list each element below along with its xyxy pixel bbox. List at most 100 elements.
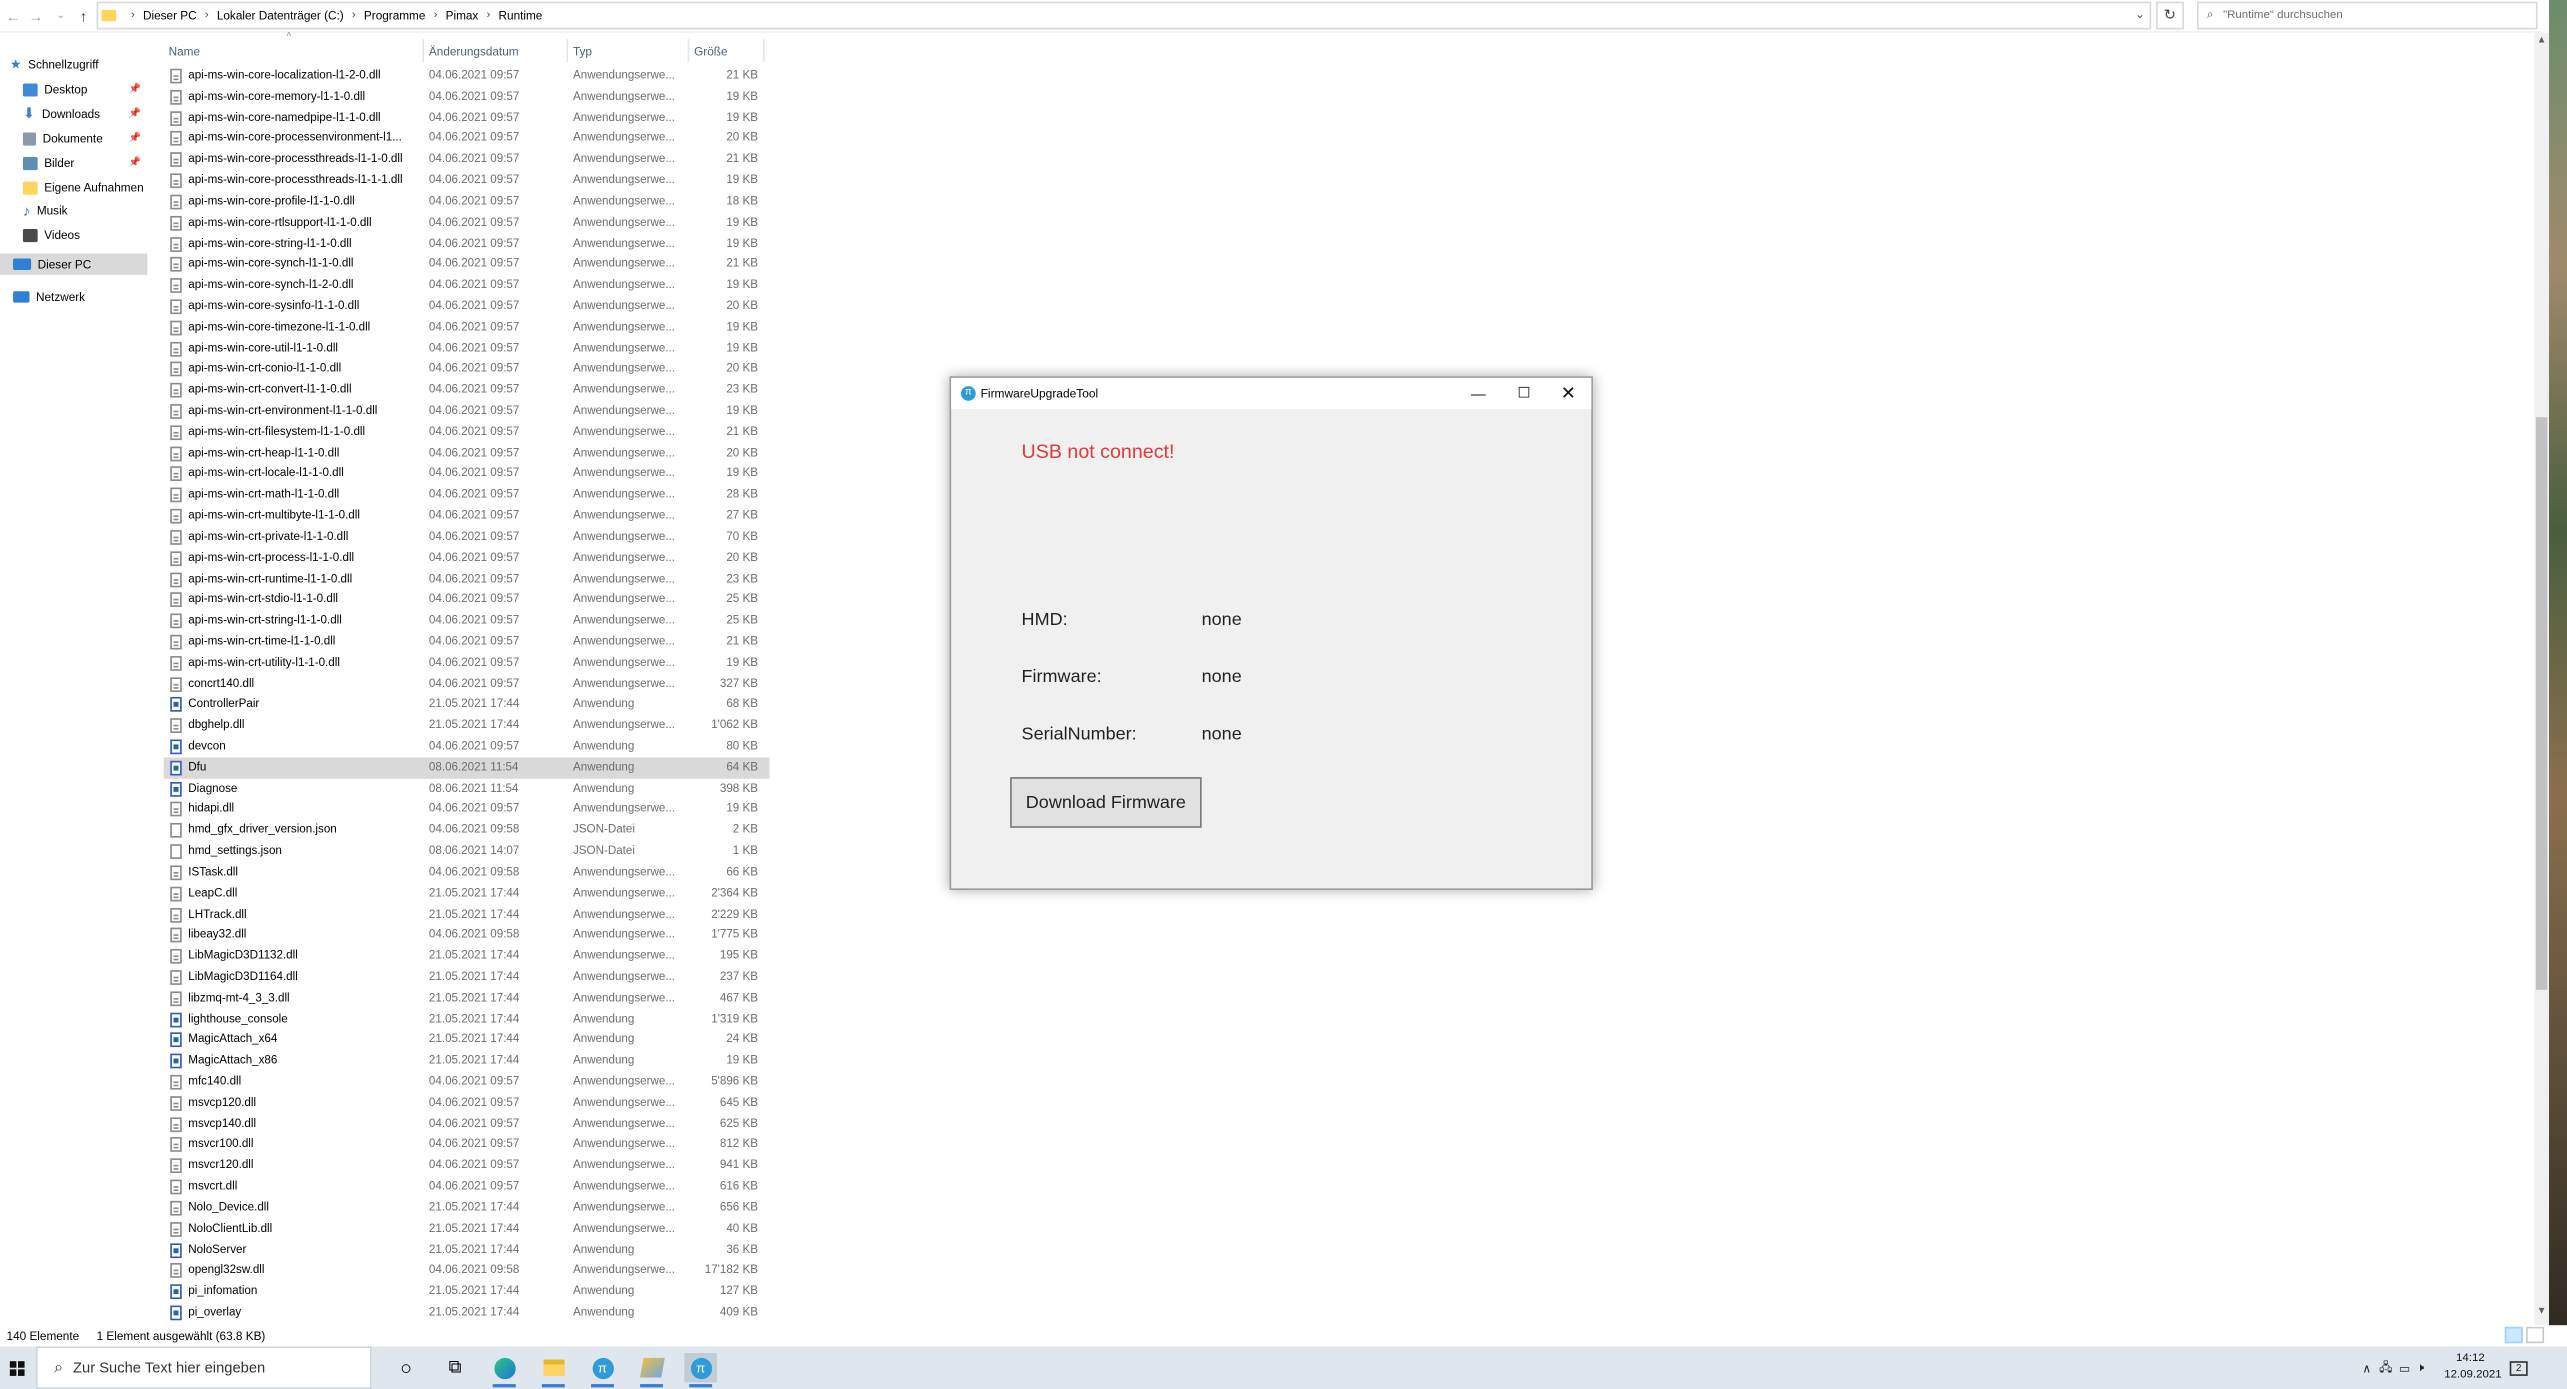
- firmware-tool-taskbar-icon[interactable]: π: [684, 1353, 718, 1388]
- file-row[interactable]: ISTask.dll 04.06.2021 09:58 Anwendungserwe…: [164, 862, 770, 883]
- file-row[interactable]: api-ms-win-crt-string-l1-1-0.dll 04.06.20…: [164, 610, 770, 631]
- column-header-date[interactable]: Änderungsdatum: [429, 39, 560, 62]
- nav-item-pictures[interactable]: Bilder 📌: [22, 152, 147, 173]
- file-row[interactable]: api-ms-win-core-profile-l1-1-0.dll 04.06.…: [164, 191, 770, 212]
- file-row[interactable]: api-ms-win-crt-math-l1-1-0.dll 04.06.2021…: [164, 485, 770, 506]
- notification-center-icon[interactable]: 2: [2509, 1346, 2528, 1389]
- file-row[interactable]: dbghelp.dll 21.05.2021 17:44 Anwendungserw…: [164, 715, 770, 736]
- chevron-right-icon[interactable]: ›: [434, 10, 438, 21]
- file-row[interactable]: api-ms-win-core-processthreads-l1-1-1.dl…: [164, 170, 770, 191]
- file-row[interactable]: LibMagicD3D1164.dll 21.05.2021 17:44 Anwen…: [164, 967, 770, 988]
- file-row[interactable]: MagicAttach_x64 21.05.2021 17:44 Anwendung…: [164, 1030, 770, 1051]
- nav-item-this-pc[interactable]: Dieser PC: [0, 253, 148, 275]
- details-view-icon[interactable]: [2504, 1326, 2523, 1344]
- file-row[interactable]: api-ms-win-crt-multibyte-l1-1-0.dll 04.06…: [164, 506, 770, 527]
- edge-browser-icon[interactable]: [488, 1353, 521, 1388]
- file-row[interactable]: api-ms-win-core-sysinfo-l1-1-0.dll 04.06.…: [164, 296, 770, 317]
- file-row[interactable]: api-ms-win-crt-environment-l1-1-0.dll 04.…: [164, 401, 770, 422]
- up-arrow-icon[interactable]: ↑: [74, 0, 94, 32]
- maximize-icon[interactable]: ☐: [1501, 378, 1547, 409]
- breadcrumb-item[interactable]: Dieser PC: [143, 8, 197, 23]
- close-icon[interactable]: ✕: [1545, 378, 1591, 409]
- file-row[interactable]: NoloClientLib.dll 21.05.2021 17:44 Anwendu…: [164, 1218, 770, 1239]
- file-row[interactable]: api-ms-win-crt-locale-l1-1-0.dll 04.06.20…: [164, 464, 770, 485]
- file-row[interactable]: api-ms-win-core-timezone-l1-1-0.dll 04.06…: [164, 317, 770, 338]
- recent-locations-chevron-icon[interactable]: ⌄: [51, 0, 71, 32]
- volume-icon[interactable]: 🕨: [2417, 1360, 2424, 1376]
- file-row[interactable]: msvcrt.dll 04.06.2021 09:57 Anwendungserwe…: [164, 1176, 770, 1197]
- search-input[interactable]: ⌕ "Runtime" durchsuchen: [2197, 1, 2538, 30]
- pimax-app-icon[interactable]: π: [586, 1353, 619, 1388]
- file-row[interactable]: Nolo_Device.dll 21.05.2021 17:44 Anwendung…: [164, 1197, 770, 1218]
- file-row[interactable]: MagicAttach_x86 21.05.2021 17:44 Anwendung…: [164, 1051, 770, 1072]
- file-row[interactable]: hmd_gfx_driver_version.json 04.06.2021 09…: [164, 820, 770, 841]
- file-row[interactable]: api-ms-win-core-synch-l1-1-0.dll 04.06.20…: [164, 254, 770, 275]
- breadcrumb-item[interactable]: Pimax: [446, 8, 479, 23]
- nav-item-music[interactable]: ♪ Musik: [23, 200, 147, 221]
- file-row[interactable]: api-ms-win-core-synch-l1-2-0.dll 04.06.20…: [164, 275, 770, 296]
- nav-item-videos[interactable]: Videos: [22, 224, 147, 245]
- vertical-scrollbar[interactable]: ▲ ▼: [2534, 32, 2549, 1326]
- task-view-icon[interactable]: ⧉: [439, 1353, 472, 1382]
- breadcrumb-item[interactable]: Lokaler Datenträger (C:): [217, 8, 344, 23]
- file-row[interactable]: devcon 04.06.2021 09:57 Anwendung 80 KB: [164, 736, 770, 757]
- file-row[interactable]: opengl32sw.dll 04.06.2021 09:58 Anwendungs…: [164, 1260, 770, 1281]
- column-header-name[interactable]: Name: [169, 39, 415, 62]
- file-row[interactable]: msvcp120.dll 04.06.2021 09:57 Anwendungser…: [164, 1093, 770, 1114]
- file-explorer-icon[interactable]: [537, 1353, 570, 1388]
- paint-app-icon[interactable]: [635, 1353, 668, 1388]
- file-row[interactable]: msvcp140.dll 04.06.2021 09:57 Anwendungser…: [164, 1114, 770, 1135]
- file-row[interactable]: api-ms-win-crt-private-l1-1-0.dll 04.06.2…: [164, 527, 770, 548]
- file-row[interactable]: api-ms-win-crt-convert-l1-1-0.dll 04.06.2…: [164, 380, 770, 401]
- file-row[interactable]: mfc140.dll 04.06.2021 09:57 Anwendungserwe…: [164, 1072, 770, 1093]
- chevron-right-icon[interactable]: ›: [131, 10, 135, 21]
- file-row[interactable]: api-ms-win-core-rtlsupport-l1-1-0.dll 04.…: [164, 212, 770, 233]
- column-header-type[interactable]: Typ: [573, 39, 679, 62]
- scroll-up-icon[interactable]: ▲: [2534, 36, 2549, 51]
- file-row[interactable]: libzmq-mt-4_3_3.dll 21.05.2021 17:44 Anwen…: [164, 988, 770, 1009]
- chevron-right-icon[interactable]: ›: [205, 10, 209, 21]
- taskbar-search-input[interactable]: ⌕ Zur Suche Text hier eingeben: [36, 1346, 372, 1389]
- file-row[interactable]: api-ms-win-crt-runtime-l1-1-0.dll 04.06.2…: [164, 569, 770, 590]
- back-arrow-icon[interactable]: ←: [3, 0, 23, 32]
- scroll-down-icon[interactable]: ▼: [2534, 1307, 2549, 1322]
- column-divider[interactable]: [687, 39, 690, 63]
- chevron-right-icon[interactable]: ›: [487, 10, 491, 21]
- file-row[interactable]: hidapi.dll 04.06.2021 09:57 Anwendungserwe…: [164, 799, 770, 820]
- breadcrumb-item[interactable]: Programme: [364, 8, 425, 23]
- file-row[interactable]: api-ms-win-core-processthreads-l1-1-0.dl…: [164, 149, 770, 170]
- file-row[interactable]: api-ms-win-core-memory-l1-1-0.dll 04.06.2…: [164, 86, 770, 107]
- file-row[interactable]: api-ms-win-crt-utility-l1-1-0.dll 04.06.2…: [164, 652, 770, 673]
- file-row[interactable]: api-ms-win-crt-conio-l1-1-0.dll 04.06.202…: [164, 359, 770, 380]
- file-row[interactable]: lighthouse_console 21.05.2021 17:44 Anwend…: [164, 1009, 770, 1030]
- file-row[interactable]: hmd_settings.json 08.06.2021 14:07 JSON-Da…: [164, 841, 770, 862]
- nav-item-documents[interactable]: Dokumente 📌: [22, 128, 147, 149]
- file-row[interactable]: Diagnose 08.06.2021 11:54 Anwendung 398 KB: [164, 778, 770, 799]
- nav-item-recordings[interactable]: Eigene Aufnahmen: [22, 177, 147, 198]
- file-row[interactable]: msvcr100.dll 04.06.2021 09:57 Anwendungser…: [164, 1134, 770, 1155]
- file-row[interactable]: api-ms-win-crt-heap-l1-1-0.dll 04.06.2021…: [164, 443, 770, 464]
- windows-start-icon[interactable]: [0, 1346, 33, 1389]
- file-row[interactable]: api-ms-win-core-util-l1-1-0.dll 04.06.202…: [164, 338, 770, 359]
- nav-item-desktop[interactable]: Desktop 📌: [22, 79, 147, 100]
- file-row[interactable]: api-ms-win-crt-filesystem-l1-1-0.dll 04.0…: [164, 422, 770, 443]
- file-row[interactable]: ControllerPair 21.05.2021 17:44 Anwendung 6…: [164, 694, 770, 715]
- folder-tray-icon[interactable]: ▭: [2399, 1360, 2410, 1375]
- file-row[interactable]: Dfu 08.06.2021 11:54 Anwendung 64 KB: [163, 757, 770, 779]
- forward-arrow-icon[interactable]: →: [26, 0, 46, 32]
- cortana-icon[interactable]: ○: [390, 1353, 423, 1382]
- nav-item-downloads[interactable]: ⬇ Downloads 📌: [23, 103, 147, 124]
- file-row[interactable]: api-ms-win-crt-time-l1-1-0.dll 04.06.2021…: [164, 631, 770, 652]
- chevron-right-icon[interactable]: ›: [352, 10, 356, 21]
- column-divider[interactable]: [762, 39, 765, 63]
- file-row[interactable]: pi_infomation 21.05.2021 17:44 Anwendung 12…: [164, 1281, 770, 1302]
- breadcrumb[interactable]: › Dieser PC › Lokaler Datenträger (C:) ›…: [96, 1, 2152, 30]
- chevron-up-icon[interactable]: ∧: [2362, 1360, 2371, 1375]
- nav-item-quick-access[interactable]: ★ Schnellzugriff: [10, 54, 157, 75]
- file-row[interactable]: api-ms-win-core-processenvironment-l1...…: [164, 128, 770, 149]
- network-tray-icon[interactable]: 🖧: [2379, 1357, 2392, 1378]
- file-row[interactable]: api-ms-win-crt-process-l1-1-0.dll 04.06.2…: [164, 548, 770, 569]
- file-row[interactable]: libeay32.dll 04.06.2021 09:58 Anwendungser…: [164, 925, 770, 946]
- large-icons-view-icon[interactable]: [2526, 1326, 2545, 1344]
- scroll-thumb[interactable]: [2535, 417, 2548, 990]
